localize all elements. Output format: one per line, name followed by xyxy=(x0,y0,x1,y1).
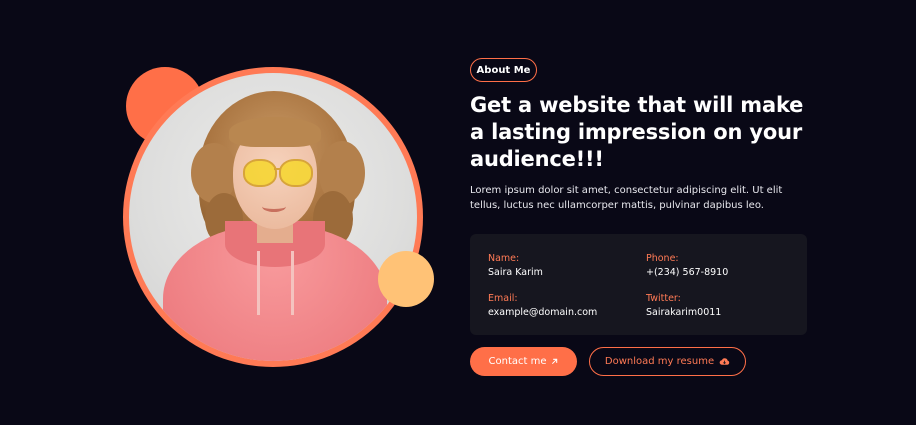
contact-me-button[interactable]: Contact me xyxy=(470,347,577,376)
portrait-area xyxy=(0,0,460,425)
contact-me-label: Contact me xyxy=(488,356,547,367)
email-label: Email: xyxy=(488,293,518,304)
portrait-sunglasses-bridge xyxy=(274,168,280,170)
twitter-value: Sairakarim0011 xyxy=(646,307,722,318)
email-value: example@domain.com xyxy=(488,307,598,318)
info-name: Name: Saira Karim xyxy=(488,252,543,280)
download-resume-button[interactable]: Download my resume xyxy=(589,347,746,376)
arrow-up-right-icon xyxy=(551,358,558,365)
contact-info-card: Name: Saira Karim Phone: +(234) 567-8910… xyxy=(470,234,807,335)
info-twitter: Twitter: Sairakarim0011 xyxy=(646,292,721,320)
portrait-sunglasses-lens xyxy=(243,159,277,187)
about-section: About Me Get a website that will make a … xyxy=(0,0,916,425)
about-headline: Get a website that will make a lasting i… xyxy=(470,93,804,171)
about-me-badge: About Me xyxy=(470,58,537,82)
portrait-smile xyxy=(262,201,286,212)
info-phone: Phone: +(234) 567-8910 xyxy=(646,252,728,280)
portrait-bangs xyxy=(229,117,321,147)
phone-label: Phone: xyxy=(646,253,679,264)
about-description: Lorem ipsum dolor sit amet, consectetur … xyxy=(470,185,783,211)
decorative-yellow-circle xyxy=(378,251,434,307)
name-value: Saira Karim xyxy=(488,267,543,278)
download-resume-label: Download my resume xyxy=(604,356,715,367)
portrait-photo xyxy=(129,73,417,361)
cloud-download-icon xyxy=(719,357,730,366)
info-email: Email: example@domain.com xyxy=(488,292,597,320)
portrait-hoodie-string xyxy=(291,251,294,315)
about-content: About Me Get a website that will make a … xyxy=(470,0,890,425)
portrait-sunglasses-lens xyxy=(279,159,313,187)
name-label: Name: xyxy=(488,253,520,264)
phone-value: +(234) 567-8910 xyxy=(646,267,729,278)
portrait-hoodie-string xyxy=(257,251,260,315)
twitter-label: Twitter: xyxy=(646,293,681,304)
